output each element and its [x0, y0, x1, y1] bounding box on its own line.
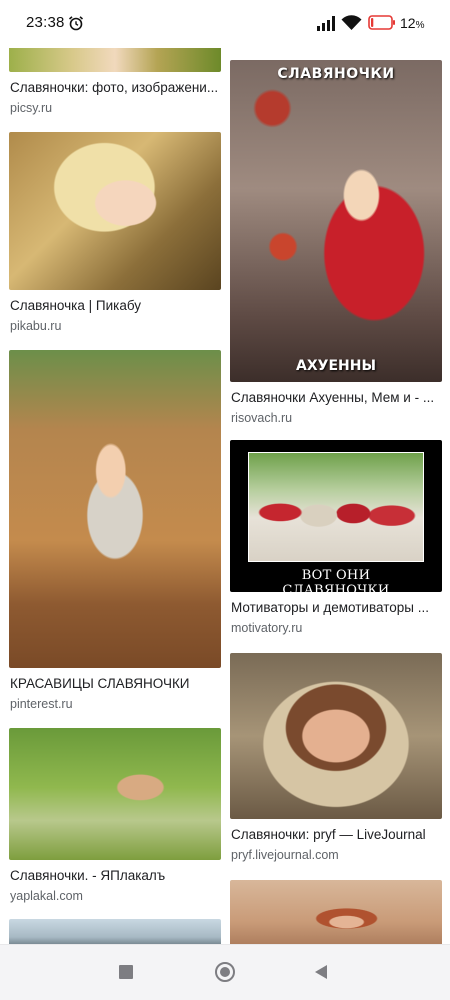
- result-thumbnail[interactable]: СЛАВЯНОЧКИ АХУЕННЫ: [230, 60, 442, 382]
- battery-percent: 12%: [400, 15, 425, 31]
- result-title[interactable]: КРАСАВИЦЫ СЛАВЯНОЧКИ: [9, 675, 221, 693]
- poster-photo: [248, 452, 424, 562]
- result-card[interactable]: [9, 919, 221, 944]
- result-card[interactable]: ВОТ ОНИ СЛАВЯНОЧКИ Мотиваторы и демотива…: [230, 440, 442, 636]
- result-thumbnail[interactable]: [230, 653, 442, 819]
- result-thumbnail[interactable]: [9, 728, 221, 860]
- result-source: pryf.livejournal.com: [231, 848, 339, 862]
- result-source: risovach.ru: [231, 411, 293, 425]
- image-caption-bottom: АХУЕННЫ: [296, 358, 376, 374]
- result-source: yaplakal.com: [10, 889, 83, 903]
- signal-icon: [317, 16, 335, 31]
- result-card[interactable]: Славяночки. - ЯПлакалъ yaplakal.com: [9, 728, 221, 904]
- poster-caption: ВОТ ОНИ СЛАВЯНОЧКИ: [282, 568, 390, 592]
- result-source: motivatory.ru: [231, 621, 303, 635]
- result-card[interactable]: Славяночка | Пикабу pikabu.ru: [9, 132, 221, 334]
- image-caption-top: СЛАВЯНОЧКИ: [277, 66, 395, 82]
- result-thumbnail[interactable]: ВОТ ОНИ СЛАВЯНОЧКИ: [230, 440, 442, 592]
- status-time: 23:38: [26, 14, 65, 31]
- result-card[interactable]: КРАСАВИЦЫ СЛАВЯНОЧКИ pinterest.ru: [9, 350, 221, 712]
- result-source: pinterest.ru: [10, 697, 73, 711]
- recents-icon[interactable]: [119, 965, 133, 979]
- home-icon[interactable]: [215, 962, 235, 982]
- result-card[interactable]: Славяночки: pryf — LiveJournal pryf.live…: [230, 653, 442, 863]
- result-title[interactable]: Славяночки Ахуенны, Мем и - ...: [230, 389, 442, 407]
- result-source: picsy.ru: [10, 101, 53, 115]
- result-thumbnail[interactable]: [230, 880, 442, 944]
- alarm-icon: [68, 16, 84, 31]
- battery-icon: [368, 15, 395, 30]
- result-thumbnail[interactable]: [9, 48, 221, 72]
- result-thumbnail[interactable]: [9, 350, 221, 668]
- result-card[interactable]: СЛАВЯНОЧКИ АХУЕННЫ Славяночки Ахуенны, М…: [230, 60, 442, 426]
- result-thumbnail[interactable]: [9, 132, 221, 290]
- image-results-grid[interactable]: Славяночки: фото, изображени... picsy.ru…: [0, 48, 450, 944]
- result-card[interactable]: Славяночки: фото, изображени... picsy.ru: [9, 48, 221, 116]
- status-bar: 23:38 12%: [0, 0, 450, 48]
- result-title[interactable]: Славяночка | Пикабу: [9, 297, 221, 315]
- result-source: pikabu.ru: [10, 319, 62, 333]
- result-title[interactable]: Славяночки. - ЯПлакалъ: [9, 867, 221, 885]
- result-thumbnail[interactable]: [9, 919, 221, 944]
- back-icon[interactable]: [315, 965, 327, 979]
- wifi-icon: [341, 15, 362, 30]
- result-title[interactable]: Мотиваторы и демотиваторы ...: [230, 599, 442, 617]
- system-nav-bar: [0, 944, 450, 1000]
- result-card[interactable]: [230, 880, 442, 944]
- result-title[interactable]: Славяночки: pryf — LiveJournal: [230, 826, 442, 844]
- result-title[interactable]: Славяночки: фото, изображени...: [9, 79, 221, 97]
